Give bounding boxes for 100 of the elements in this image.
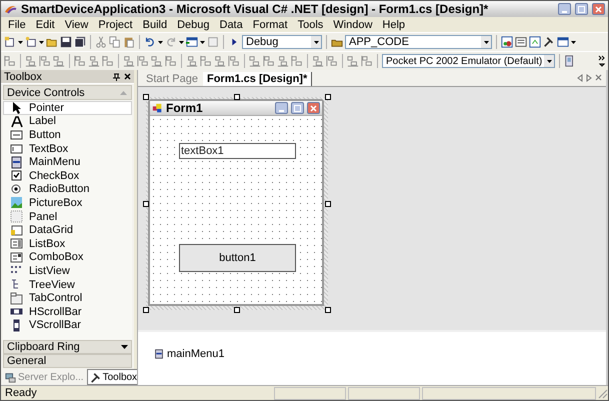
save-icon[interactable] [60, 36, 72, 48]
form-icon[interactable] [529, 36, 541, 48]
control-list-item[interactable]: ListView [3, 264, 132, 278]
control-list-item[interactable]: Pointer [3, 101, 132, 115]
layout-icon[interactable] [165, 55, 177, 67]
control-list-item[interactable]: Label [3, 114, 132, 128]
layout-icon[interactable] [249, 55, 261, 67]
menu-item[interactable]: Project [93, 18, 138, 30]
layout-icon[interactable] [25, 55, 37, 67]
layout-icon[interactable] [137, 55, 149, 67]
control-list-item[interactable]: TextBox [3, 142, 132, 156]
new-project-icon[interactable] [4, 36, 16, 48]
layout-icon[interactable] [228, 55, 240, 67]
control-list-item[interactable]: TabControl [3, 291, 132, 305]
layout-icon[interactable] [102, 55, 114, 67]
document-tab[interactable]: Start Page [142, 72, 203, 86]
pin-icon[interactable] [113, 72, 120, 80]
device-dropdown[interactable]: Pocket PC 2002 Emulator (Default) [382, 54, 556, 68]
caret-icon[interactable] [18, 40, 23, 44]
layout-icon[interactable] [347, 55, 359, 67]
scissors-icon[interactable] [95, 36, 107, 48]
properties-icon[interactable] [515, 36, 527, 48]
caret-icon[interactable] [179, 40, 184, 44]
add-item-icon[interactable] [25, 36, 37, 48]
caret-icon[interactable] [571, 40, 576, 44]
close-button[interactable] [307, 102, 320, 114]
menu-item[interactable]: Data [214, 18, 248, 30]
button-control[interactable]: button1 [179, 244, 296, 272]
minimize-button[interactable] [275, 102, 288, 114]
close-button[interactable] [592, 3, 605, 15]
control-list-item[interactable]: TreeView [3, 278, 132, 292]
toolbox-section[interactable]: Clipboard Ring [3, 340, 132, 354]
maximize-button[interactable] [291, 102, 304, 114]
chevron-icon[interactable] [598, 55, 605, 67]
undo-icon[interactable] [144, 36, 156, 48]
layout-icon[interactable] [214, 55, 226, 67]
layout-icon[interactable] [53, 55, 65, 67]
hammer-icon[interactable] [543, 36, 555, 48]
menu-item[interactable]: Edit [30, 18, 60, 30]
layout-icon[interactable] [277, 55, 289, 67]
document-tab[interactable]: Form1.cs [Design]* [202, 72, 312, 86]
open-folder-icon[interactable] [46, 36, 58, 48]
resize-handle[interactable] [143, 94, 149, 100]
layout-icon[interactable] [186, 55, 198, 67]
minimize-button[interactable] [558, 3, 571, 15]
control-list-item[interactable]: DataGrid [3, 223, 132, 237]
menu-item[interactable]: File [3, 18, 31, 30]
save-all-icon[interactable] [74, 36, 86, 48]
project-dropdown[interactable]: APP_CODE [345, 35, 492, 49]
control-list-item[interactable]: ComboBox [3, 250, 132, 264]
configuration-dropdown[interactable]: Debug [242, 35, 322, 49]
control-list-item[interactable]: MainMenu [3, 155, 132, 169]
layout-icon[interactable] [200, 55, 212, 67]
menu-item[interactable]: Format [248, 18, 293, 30]
close-icon[interactable] [124, 73, 131, 80]
layout-icon[interactable] [74, 55, 86, 67]
control-list-item[interactable]: CheckBox [3, 168, 132, 183]
menu-item[interactable]: Debug [172, 18, 214, 30]
resize-handle[interactable] [325, 94, 331, 100]
resize-handle[interactable] [325, 307, 331, 313]
resize-handle[interactable] [143, 200, 149, 206]
layout-icon[interactable] [4, 55, 16, 67]
chart-icon[interactable] [501, 36, 513, 48]
layout-icon[interactable] [263, 55, 275, 67]
control-list-item[interactable]: VScrollBar [3, 318, 132, 332]
scroll-right-icon[interactable] [586, 74, 592, 82]
resize-handle[interactable] [143, 307, 149, 313]
control-list-item[interactable]: ListBox [3, 236, 132, 251]
layout-icon[interactable] [39, 55, 51, 67]
menu-item[interactable]: Help [377, 18, 410, 30]
toolbox-section[interactable]: General [3, 354, 132, 368]
resize-handle[interactable] [325, 200, 331, 206]
layout-icon[interactable] [312, 55, 324, 67]
control-list-item[interactable]: HScrollBar [3, 304, 132, 318]
resize-handle[interactable] [234, 307, 240, 313]
layout-icon[interactable] [151, 55, 163, 67]
toolbox-group-header[interactable]: Device Controls [3, 85, 132, 100]
resize-handle[interactable] [234, 94, 240, 100]
control-list-item[interactable]: PictureBox [3, 196, 132, 210]
textbox-control[interactable]: textBox1 [179, 143, 296, 159]
layout-icon[interactable] [88, 55, 100, 67]
copy-icon[interactable] [109, 36, 121, 48]
caret-icon[interactable] [158, 40, 163, 44]
maximize-button[interactable] [575, 3, 588, 15]
component-label[interactable]: mainMenu1 [167, 348, 224, 360]
menu-item[interactable]: Build [138, 18, 172, 30]
resize-grip-icon[interactable] [596, 387, 608, 399]
menu-item[interactable]: View [60, 18, 94, 30]
caret-icon[interactable] [200, 40, 205, 44]
paste-icon[interactable] [123, 36, 135, 48]
scroll-left-icon[interactable] [577, 74, 583, 82]
dropdown-arrow-icon[interactable] [120, 344, 129, 350]
menu-item[interactable]: Window [328, 18, 378, 30]
layout-icon[interactable] [123, 55, 135, 67]
control-list-item[interactable]: RadioButton [3, 182, 132, 196]
caret-icon[interactable] [39, 40, 44, 44]
layout-icon[interactable] [361, 55, 373, 67]
control-list-item[interactable]: Panel [3, 210, 132, 224]
control-list-item[interactable]: Button [3, 128, 132, 142]
menu-item[interactable]: Tools [292, 18, 328, 30]
